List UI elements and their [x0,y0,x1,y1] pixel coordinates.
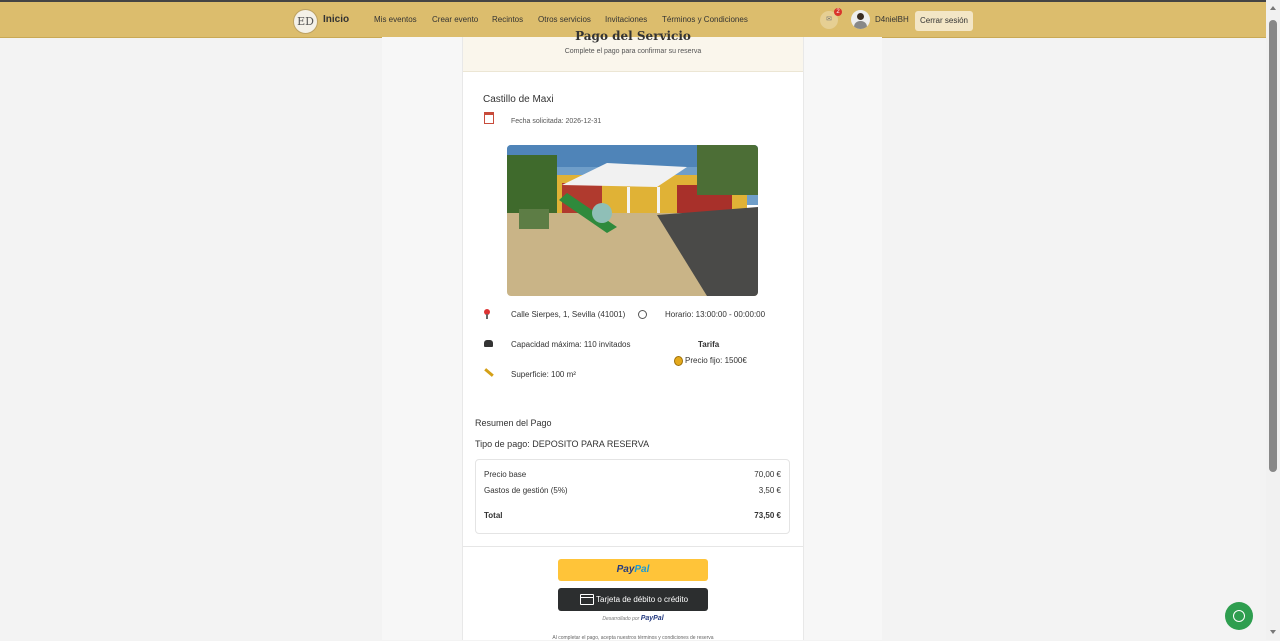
calendar-icon [484,112,494,124]
payment-summary-box: Precio base 70,00 € Gastos de gestión (5… [475,459,790,534]
summary-title: Resumen del Pago [475,418,552,428]
terms-note: Al completar el pago, acepta nuestros té… [552,635,714,641]
nav-home-link[interactable]: Inicio [323,14,349,25]
venue-capacity: Capacidad máxima: 110 invitados [511,340,631,349]
base-price-label: Precio base [484,470,527,479]
card-header: Pago del Servicio Complete el pago para … [463,29,803,72]
tarifa-value: Precio fijo: 1500€ [685,356,747,365]
clock-icon [638,310,647,319]
paypal-button[interactable]: PayPal [558,559,708,581]
people-icon [484,340,493,347]
page-subtitle: Complete el pago para confirmar su reser… [564,48,702,55]
venue-address: Calle Sierpes, 1, Sevilla (41001) [511,310,626,319]
nav-link-mis-eventos[interactable]: Mis eventos [374,15,417,24]
scroll-up-arrow-icon[interactable] [1270,6,1276,10]
nav-link-otros-servicios[interactable]: Otros servicios [538,15,591,24]
venue-surface: Superficie: 100 m² [511,370,576,379]
tarifa-title: Tarifa [698,340,720,349]
powered-by-brand: PayPal [640,615,664,622]
credit-card-icon [580,594,594,605]
nav-link-crear-evento[interactable]: Crear evento [432,15,478,24]
location-pin-icon [484,309,490,319]
card-payment-label: Tarjeta de débito o crédito [596,595,689,604]
fee-label: Gastos de gestión (5%) [484,486,568,495]
username[interactable]: D4nielBH [875,15,909,24]
logout-button[interactable]: Cerrar sesión [915,11,973,31]
total-value: 73,50 € [754,511,781,520]
section-divider [463,546,803,547]
powered-by-text: Desarrollado por [602,616,640,622]
nav-link-terminos[interactable]: Términos y Condiciones [662,15,748,24]
paypal-logo-part2: Pal [634,564,650,575]
scrollbar-thumb[interactable] [1269,20,1277,472]
payment-type: Tipo de pago: DEPOSITO PARA RESERVA [475,439,650,449]
chat-bubble-icon[interactable] [1225,602,1253,630]
paypal-logo-part1: Pay [616,564,635,575]
avatar[interactable] [851,10,870,29]
venue-schedule: Horario: 13:00:00 - 00:00:00 [665,310,766,319]
venue-photo [507,145,758,296]
venue-name: Castillo de Maxi [483,94,554,105]
coin-icon [674,356,683,366]
nav-link-invitaciones[interactable]: Invitaciones [605,15,647,24]
total-label: Total [484,511,503,520]
nav-link-recintos[interactable]: Recintos [492,15,523,24]
payment-card: Pago del Servicio Complete el pago para … [462,29,804,641]
scroll-down-arrow-icon[interactable] [1270,630,1276,634]
base-price-value: 70,00 € [754,470,781,479]
notification-badge: 2 [834,8,842,16]
card-payment-button[interactable]: Tarjeta de débito o crédito [558,588,708,611]
page-scrollbar[interactable] [1266,0,1280,640]
ruler-icon [484,368,494,377]
logo[interactable]: ED [293,9,318,34]
requested-date: Fecha solicitada: 2026-12-31 [511,118,602,125]
page-title: Pago del Servicio [575,29,691,43]
powered-by: Desarrollado por PayPal [463,615,803,622]
fee-value: 3,50 € [758,486,781,495]
